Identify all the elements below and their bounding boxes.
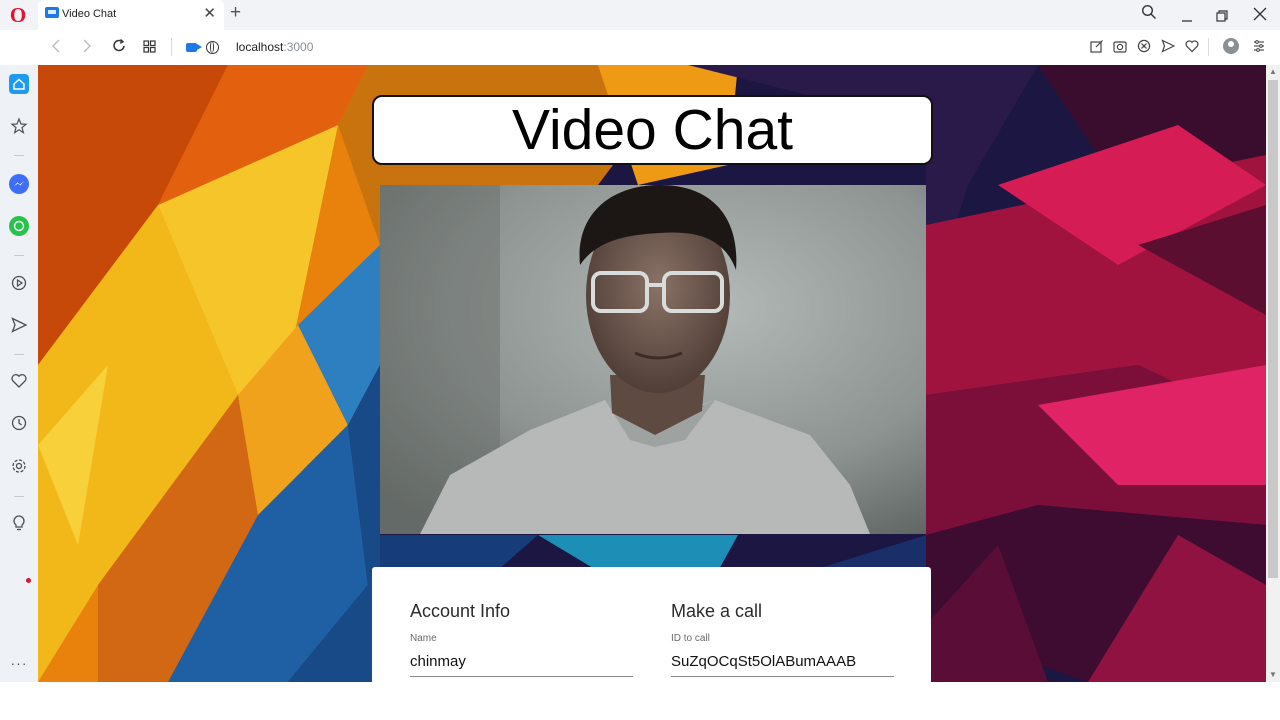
divider [171, 38, 172, 56]
adblock-icon[interactable] [1137, 39, 1151, 56]
account-info-heading: Account Info [410, 601, 511, 621]
name-label: Name [410, 633, 437, 644]
name-input-underline [410, 676, 633, 677]
scroll-down-icon[interactable]: ▼ [1268, 670, 1278, 679]
edit-share-icon[interactable] [1090, 39, 1104, 56]
sidebar-home-icon[interactable] [9, 74, 29, 94]
minimize-icon[interactable] [1181, 8, 1193, 28]
page-title: Video Chat [372, 95, 933, 165]
forward-icon[interactable] [82, 38, 92, 59]
tips-lightbulb-icon[interactable] [9, 513, 29, 533]
window-bottom-edge [0, 682, 1280, 720]
send-flow-icon[interactable] [1161, 39, 1176, 56]
name-input[interactable]: chinmay [410, 653, 633, 670]
address-bar: localhost:3000 [0, 30, 1280, 65]
reload-icon[interactable] [112, 38, 126, 59]
sidebar-speed-dial-icon[interactable] [9, 116, 29, 136]
new-tab-button[interactable]: + [230, 3, 241, 23]
sidebar-separator [14, 354, 24, 355]
sidebar-separator [14, 155, 24, 156]
scroll-thumb[interactable] [1268, 80, 1278, 578]
webcam-person-image [380, 185, 926, 534]
id-to-call-underline [671, 676, 894, 677]
site-info-globe-icon[interactable] [206, 41, 219, 54]
url-port: :3000 [283, 40, 314, 54]
tab-title: Video Chat [62, 8, 117, 20]
divider [1208, 38, 1209, 56]
notification-dot [26, 578, 31, 583]
whatsapp-icon[interactable] [9, 216, 29, 236]
id-to-call-label: ID to call [671, 633, 710, 644]
sidebar: ··· [0, 65, 38, 682]
id-to-call-input[interactable]: SuZqOCqSt5OlABumAAAB [671, 653, 894, 670]
local-video-feed [380, 185, 926, 534]
url-field[interactable]: localhost:3000 [236, 40, 313, 54]
url-host: localhost [236, 40, 284, 54]
tab-video-chat[interactable]: Video Chat ✕ [38, 0, 224, 30]
back-icon[interactable] [51, 38, 61, 59]
settings-gear-icon[interactable] [9, 456, 29, 476]
bookmarks-heart-icon[interactable] [9, 371, 29, 391]
sidebar-separator [14, 255, 24, 256]
bookmark-heart-icon[interactable] [1185, 39, 1199, 56]
camera-in-use-icon[interactable] [186, 43, 197, 52]
history-clock-icon[interactable] [9, 413, 29, 433]
easy-setup-icon[interactable] [1253, 39, 1265, 56]
restore-icon[interactable] [1216, 8, 1228, 28]
sidebar-separator [14, 496, 24, 497]
opera-menu-icon[interactable]: O [9, 5, 27, 26]
more-ellipsis-icon[interactable]: ··· [9, 653, 29, 673]
snapshot-camera-icon[interactable] [1113, 39, 1127, 56]
speed-dial-icon[interactable] [143, 38, 156, 59]
messenger-icon[interactable] [9, 174, 29, 194]
tab-strip: O Video Chat ✕ + [0, 0, 1280, 30]
tab-search-icon[interactable] [1141, 4, 1157, 26]
close-window-icon[interactable] [1253, 7, 1267, 27]
player-icon[interactable] [9, 273, 29, 293]
page-content: Video Chat Account Info Name chinmay Mak… [38, 65, 1266, 682]
profile-avatar-icon[interactable] [1223, 38, 1239, 54]
make-a-call-heading: Make a call [671, 601, 763, 621]
scroll-up-icon[interactable]: ▲ [1268, 67, 1278, 76]
chat-favicon-icon [45, 7, 59, 18]
controls-card: Account Info Name chinmay Make a call ID… [372, 567, 931, 682]
tab-close-icon[interactable]: ✕ [203, 5, 216, 23]
my-flow-icon[interactable] [9, 315, 29, 335]
